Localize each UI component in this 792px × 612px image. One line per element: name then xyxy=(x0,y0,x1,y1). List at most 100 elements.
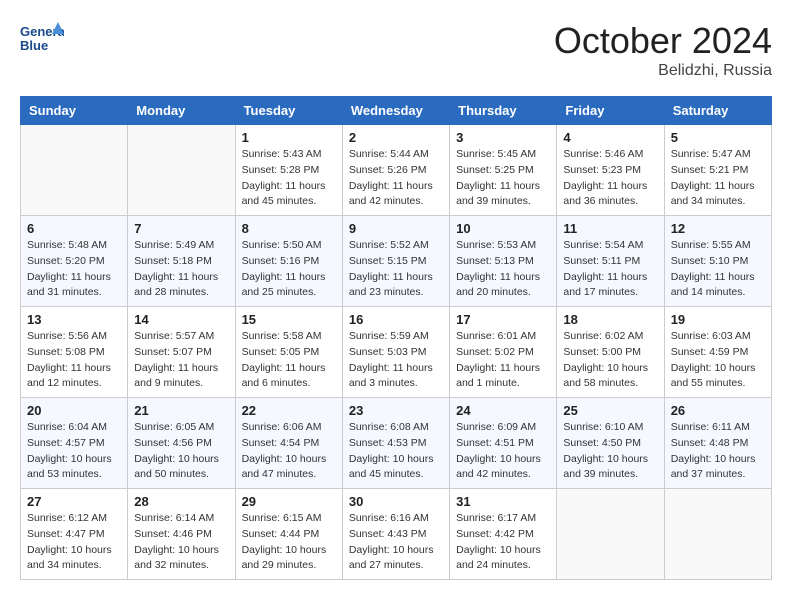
day-number: 23 xyxy=(349,403,443,418)
day-info: Sunrise: 6:17 AMSunset: 4:42 PMDaylight:… xyxy=(456,511,550,574)
day-info: Sunrise: 5:43 AMSunset: 5:28 PMDaylight:… xyxy=(242,147,336,210)
day-number: 20 xyxy=(27,403,121,418)
day-number: 26 xyxy=(671,403,765,418)
day-info: Sunrise: 6:03 AMSunset: 4:59 PMDaylight:… xyxy=(671,329,765,392)
title-block: October 2024 Belidzhi, Russia xyxy=(554,20,772,80)
day-info: Sunrise: 5:52 AMSunset: 5:15 PMDaylight:… xyxy=(349,238,443,301)
month-title: October 2024 xyxy=(554,20,772,62)
calendar-cell: 13 Sunrise: 5:56 AMSunset: 5:08 PMDayligh… xyxy=(21,307,128,398)
day-info: Sunrise: 5:50 AMSunset: 5:16 PMDaylight:… xyxy=(242,238,336,301)
calendar-cell: 14 Sunrise: 5:57 AMSunset: 5:07 PMDayligh… xyxy=(128,307,235,398)
calendar-cell: 15 Sunrise: 5:58 AMSunset: 5:05 PMDayligh… xyxy=(235,307,342,398)
calendar-cell: 9Sunrise: 5:52 AMSunset: 5:15 PMDaylight… xyxy=(342,216,449,307)
day-number: 22 xyxy=(242,403,336,418)
page-header: General Blue October 2024 Belidzhi, Russ… xyxy=(20,20,772,80)
weekday-header: Monday xyxy=(128,97,235,125)
weekday-header: Tuesday xyxy=(235,97,342,125)
calendar-cell xyxy=(21,125,128,216)
calendar-cell: 12Sunrise: 5:55 AMSunset: 5:10 PMDayligh… xyxy=(664,216,771,307)
calendar-cell: 3 Sunrise: 5:45 AMSunset: 5:25 PMDaylight… xyxy=(450,125,557,216)
day-number: 15 xyxy=(242,312,336,327)
calendar-cell: 17 Sunrise: 6:01 AMSunset: 5:02 PMDayligh… xyxy=(450,307,557,398)
day-number: 14 xyxy=(134,312,228,327)
weekday-header: Wednesday xyxy=(342,97,449,125)
day-number: 11 xyxy=(563,221,657,236)
calendar-cell: 1 Sunrise: 5:43 AMSunset: 5:28 PMDaylight… xyxy=(235,125,342,216)
calendar-cell: 5Sunrise: 5:47 AMSunset: 5:21 PMDaylight… xyxy=(664,125,771,216)
day-number: 1 xyxy=(242,130,336,145)
calendar-cell: 30 Sunrise: 6:16 AMSunset: 4:43 PMDayligh… xyxy=(342,489,449,580)
day-number: 30 xyxy=(349,494,443,509)
calendar-cell: 29 Sunrise: 6:15 AMSunset: 4:44 PMDayligh… xyxy=(235,489,342,580)
day-info: Sunrise: 5:46 AMSunset: 5:23 PMDaylight:… xyxy=(563,147,657,210)
weekday-header: Thursday xyxy=(450,97,557,125)
day-number: 7 xyxy=(134,221,228,236)
day-number: 24 xyxy=(456,403,550,418)
calendar-cell: 19 Sunrise: 6:03 AMSunset: 4:59 PMDayligh… xyxy=(664,307,771,398)
day-info: Sunrise: 6:01 AMSunset: 5:02 PMDaylight:… xyxy=(456,329,550,392)
day-info: Sunrise: 6:06 AMSunset: 4:54 PMDaylight:… xyxy=(242,420,336,483)
day-number: 8 xyxy=(242,221,336,236)
weekday-header: Friday xyxy=(557,97,664,125)
day-number: 27 xyxy=(27,494,121,509)
weekday-header: Saturday xyxy=(664,97,771,125)
day-number: 10 xyxy=(456,221,550,236)
calendar-table: SundayMondayTuesdayWednesdayThursdayFrid… xyxy=(20,96,772,580)
svg-text:Blue: Blue xyxy=(20,38,48,53)
calendar-cell: 24 Sunrise: 6:09 AMSunset: 4:51 PMDayligh… xyxy=(450,398,557,489)
day-number: 19 xyxy=(671,312,765,327)
day-info: Sunrise: 5:53 AMSunset: 5:13 PMDaylight:… xyxy=(456,238,550,301)
day-info: Sunrise: 6:04 AMSunset: 4:57 PMDaylight:… xyxy=(27,420,121,483)
calendar-week-row: 20 Sunrise: 6:04 AMSunset: 4:57 PMDayligh… xyxy=(21,398,772,489)
calendar-cell xyxy=(557,489,664,580)
day-info: Sunrise: 6:15 AMSunset: 4:44 PMDaylight:… xyxy=(242,511,336,574)
day-info: Sunrise: 6:02 AMSunset: 5:00 PMDaylight:… xyxy=(563,329,657,392)
calendar-cell: 27 Sunrise: 6:12 AMSunset: 4:47 PMDayligh… xyxy=(21,489,128,580)
calendar-week-row: 13 Sunrise: 5:56 AMSunset: 5:08 PMDayligh… xyxy=(21,307,772,398)
calendar-cell: 18 Sunrise: 6:02 AMSunset: 5:00 PMDayligh… xyxy=(557,307,664,398)
calendar-cell: 2Sunrise: 5:44 AMSunset: 5:26 PMDaylight… xyxy=(342,125,449,216)
location: Belidzhi, Russia xyxy=(554,62,772,80)
calendar-cell: 8 Sunrise: 5:50 AMSunset: 5:16 PMDaylight… xyxy=(235,216,342,307)
calendar-cell: 25Sunrise: 6:10 AMSunset: 4:50 PMDayligh… xyxy=(557,398,664,489)
day-number: 28 xyxy=(134,494,228,509)
day-info: Sunrise: 6:11 AMSunset: 4:48 PMDaylight:… xyxy=(671,420,765,483)
calendar-week-row: 27 Sunrise: 6:12 AMSunset: 4:47 PMDayligh… xyxy=(21,489,772,580)
day-info: Sunrise: 5:48 AMSunset: 5:20 PMDaylight:… xyxy=(27,238,121,301)
day-info: Sunrise: 6:05 AMSunset: 4:56 PMDaylight:… xyxy=(134,420,228,483)
day-info: Sunrise: 5:56 AMSunset: 5:08 PMDaylight:… xyxy=(27,329,121,392)
day-info: Sunrise: 5:57 AMSunset: 5:07 PMDaylight:… xyxy=(134,329,228,392)
day-info: Sunrise: 6:14 AMSunset: 4:46 PMDaylight:… xyxy=(134,511,228,574)
day-info: Sunrise: 6:09 AMSunset: 4:51 PMDaylight:… xyxy=(456,420,550,483)
calendar-cell: 11 Sunrise: 5:54 AMSunset: 5:11 PMDayligh… xyxy=(557,216,664,307)
day-info: Sunrise: 5:49 AMSunset: 5:18 PMDaylight:… xyxy=(134,238,228,301)
calendar-cell: 31Sunrise: 6:17 AMSunset: 4:42 PMDayligh… xyxy=(450,489,557,580)
calendar-cell: 23 Sunrise: 6:08 AMSunset: 4:53 PMDayligh… xyxy=(342,398,449,489)
calendar-header-row: SundayMondayTuesdayWednesdayThursdayFrid… xyxy=(21,97,772,125)
logo-icon: General Blue xyxy=(20,20,64,56)
day-number: 17 xyxy=(456,312,550,327)
calendar-cell: 10 Sunrise: 5:53 AMSunset: 5:13 PMDayligh… xyxy=(450,216,557,307)
calendar-cell: 7 Sunrise: 5:49 AMSunset: 5:18 PMDaylight… xyxy=(128,216,235,307)
day-number: 25 xyxy=(563,403,657,418)
day-number: 3 xyxy=(456,130,550,145)
day-number: 18 xyxy=(563,312,657,327)
day-number: 13 xyxy=(27,312,121,327)
day-number: 21 xyxy=(134,403,228,418)
day-info: Sunrise: 5:58 AMSunset: 5:05 PMDaylight:… xyxy=(242,329,336,392)
calendar-cell: 22 Sunrise: 6:06 AMSunset: 4:54 PMDayligh… xyxy=(235,398,342,489)
day-number: 29 xyxy=(242,494,336,509)
day-number: 4 xyxy=(563,130,657,145)
weekday-header: Sunday xyxy=(21,97,128,125)
calendar-cell xyxy=(128,125,235,216)
calendar-cell: 20 Sunrise: 6:04 AMSunset: 4:57 PMDayligh… xyxy=(21,398,128,489)
calendar-week-row: 1 Sunrise: 5:43 AMSunset: 5:28 PMDaylight… xyxy=(21,125,772,216)
calendar-cell: 21 Sunrise: 6:05 AMSunset: 4:56 PMDayligh… xyxy=(128,398,235,489)
day-info: Sunrise: 5:54 AMSunset: 5:11 PMDaylight:… xyxy=(563,238,657,301)
day-info: Sunrise: 5:47 AMSunset: 5:21 PMDaylight:… xyxy=(671,147,765,210)
day-info: Sunrise: 6:08 AMSunset: 4:53 PMDaylight:… xyxy=(349,420,443,483)
day-info: Sunrise: 6:12 AMSunset: 4:47 PMDaylight:… xyxy=(27,511,121,574)
day-info: Sunrise: 6:16 AMSunset: 4:43 PMDaylight:… xyxy=(349,511,443,574)
day-number: 16 xyxy=(349,312,443,327)
day-info: Sunrise: 5:45 AMSunset: 5:25 PMDaylight:… xyxy=(456,147,550,210)
